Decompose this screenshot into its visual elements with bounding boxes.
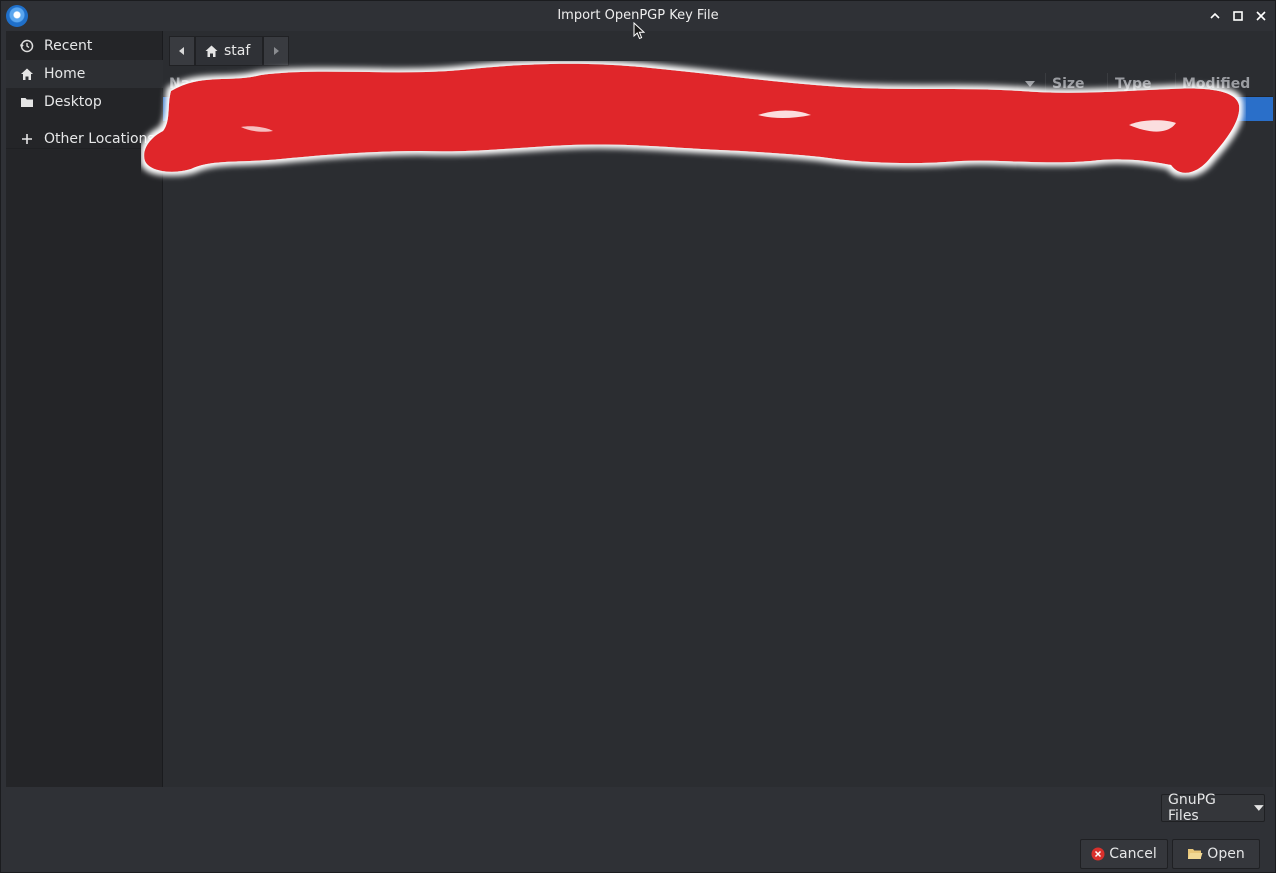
table-row[interactable] — [163, 121, 1273, 145]
open-button[interactable]: Open — [1172, 839, 1260, 869]
file-view: staf Name Size Type Modified — [144, 31, 1273, 787]
column-name[interactable]: Name — [169, 76, 214, 92]
places-sidebar: Recent Home Desktop Other Locations — [6, 31, 163, 787]
column-modified[interactable]: Modified — [1182, 76, 1250, 92]
path-bar: staf — [169, 36, 290, 66]
open-button-label: Open — [1207, 846, 1245, 862]
column-divider — [1175, 73, 1176, 97]
cancel-button[interactable]: Cancel — [1080, 839, 1168, 869]
cancel-icon — [1091, 847, 1105, 861]
window-title: Import OpenPGP Key File — [557, 8, 719, 23]
sidebar-item-label: Desktop — [44, 94, 102, 110]
plus-icon — [20, 132, 34, 146]
chevron-left-icon — [179, 47, 184, 55]
close-icon[interactable] — [1253, 8, 1269, 24]
mouse-cursor-icon — [633, 22, 645, 40]
recent-icon — [20, 39, 34, 53]
chevron-down-icon — [1254, 805, 1264, 811]
minimize-icon[interactable] — [1207, 8, 1223, 24]
sidebar-item-other-locations[interactable]: Other Locations — [6, 125, 163, 153]
table-row[interactable] — [163, 97, 1273, 121]
path-forward-button[interactable] — [263, 36, 290, 66]
file-type-filter-select[interactable]: GnuPG Files — [1161, 792, 1265, 824]
sidebar-item-recent[interactable]: Recent — [6, 32, 163, 60]
sidebar-item-label: Home — [44, 66, 86, 82]
home-icon — [20, 67, 34, 81]
column-header: Name Size Type Modified — [163, 73, 1273, 97]
maximize-icon[interactable] — [1230, 8, 1246, 24]
folder-icon — [20, 95, 34, 109]
sidebar-item-label: Recent — [44, 38, 93, 54]
path-current-label: staf — [224, 43, 251, 59]
sidebar-item-home[interactable]: Home — [6, 60, 163, 88]
file-chooser-dialog: Import OpenPGP Key File Recent Home Desk… — [0, 0, 1276, 873]
folder-open-icon — [1187, 847, 1203, 861]
sidebar-item-desktop[interactable]: Desktop — [6, 88, 163, 116]
filter-selected-label: GnuPG Files — [1168, 792, 1216, 824]
sort-descending-icon — [1025, 81, 1035, 87]
sidebar-item-label: Other Locations — [44, 131, 155, 147]
column-divider — [1045, 73, 1046, 97]
path-back-button[interactable] — [169, 36, 195, 66]
home-icon — [205, 45, 218, 57]
path-home-button[interactable]: staf — [195, 36, 264, 66]
column-type[interactable]: Type — [1115, 76, 1152, 92]
column-divider — [1107, 73, 1108, 97]
cancel-button-label: Cancel — [1109, 846, 1157, 862]
column-size[interactable]: Size — [1052, 76, 1085, 92]
chevron-right-icon — [274, 47, 280, 55]
